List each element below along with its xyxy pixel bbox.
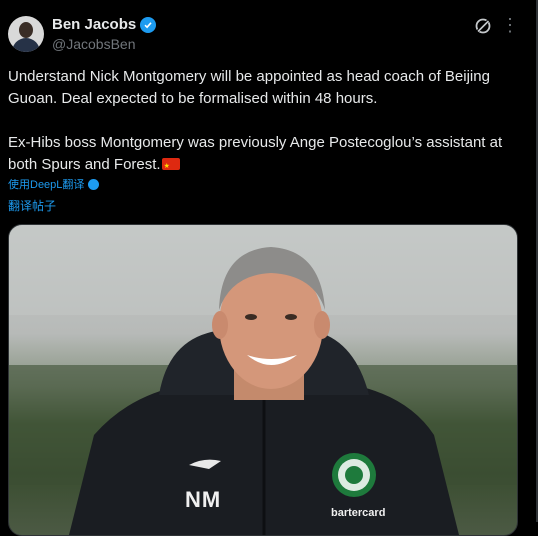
translate-post-link[interactable]: 翻译帖子 — [8, 197, 56, 214]
deepl-icon — [88, 178, 100, 190]
avatar-body — [12, 38, 40, 52]
verified-badge-icon[interactable] — [140, 16, 157, 33]
avatar-head — [19, 22, 33, 38]
tweet-photo[interactable]: NM bartercard — [8, 224, 518, 536]
translate-deepl-label: 使用DeepL翻译 — [8, 179, 85, 191]
china-flag-icon — [161, 156, 180, 178]
tweet-text: Understand Nick Montgomery will be appoi… — [8, 66, 523, 178]
more-options-icon[interactable]: ⋮ — [500, 16, 520, 36]
tweet-paragraph-2-wrapper: Ex-Hibs boss Montgomery was previously A… — [8, 132, 523, 178]
tweet-paragraph-2: Ex-Hibs boss Montgomery was previously A… — [8, 134, 503, 173]
shirt-initials: NM — [185, 487, 222, 512]
author-name-row: Ben Jacobs — [52, 16, 157, 33]
avatar[interactable] — [8, 16, 44, 52]
translate-deepl-link[interactable]: 使用DeepL翻译 — [8, 176, 100, 192]
tweet-paragraph-1: Understand Nick Montgomery will be appoi… — [8, 68, 490, 107]
sponsor-text: bartercard — [331, 507, 386, 519]
grok-icon[interactable] — [473, 16, 493, 36]
photo-illustration — [9, 225, 517, 535]
author-name[interactable]: Ben Jacobs — [52, 16, 136, 33]
author-handle[interactable]: @JacobsBen — [52, 36, 135, 52]
